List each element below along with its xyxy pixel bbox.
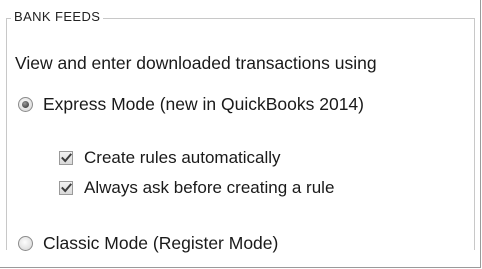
checkmark-icon bbox=[60, 183, 72, 193]
group-title: BANK FEEDS bbox=[11, 9, 104, 24]
express-mode-label[interactable]: Express Mode (new in QuickBooks 2014) bbox=[43, 94, 364, 115]
create-rules-option[interactable]: Create rules automatically bbox=[59, 148, 281, 168]
create-rules-checkbox[interactable] bbox=[59, 151, 73, 165]
express-mode-option[interactable]: Express Mode (new in QuickBooks 2014) bbox=[18, 94, 364, 115]
bank-feeds-description: View and enter downloaded transactions u… bbox=[15, 53, 377, 73]
ask-before-rule-checkbox[interactable] bbox=[59, 181, 73, 195]
classic-mode-option[interactable]: Classic Mode (Register Mode) bbox=[18, 233, 278, 254]
ask-before-rule-label[interactable]: Always ask before creating a rule bbox=[84, 178, 334, 198]
checkmark-icon bbox=[60, 153, 72, 163]
classic-mode-label[interactable]: Classic Mode (Register Mode) bbox=[43, 233, 278, 254]
create-rules-label[interactable]: Create rules automatically bbox=[84, 148, 281, 168]
preferences-panel: BANK FEEDS View and enter downloaded tra… bbox=[0, 0, 481, 268]
ask-before-rule-option[interactable]: Always ask before creating a rule bbox=[59, 178, 334, 198]
radio-unselected-icon[interactable] bbox=[18, 236, 33, 251]
radio-selected-icon[interactable] bbox=[18, 97, 33, 112]
